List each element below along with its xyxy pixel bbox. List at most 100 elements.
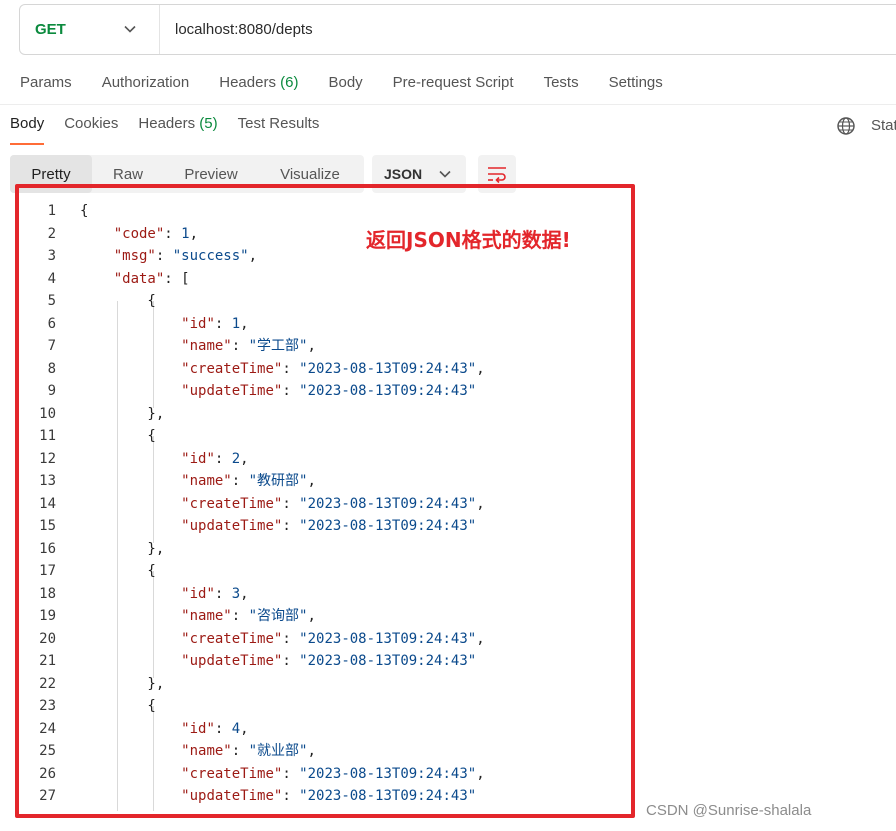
json-key: "updateTime" bbox=[181, 383, 283, 399]
code-text: "name": "学工部", bbox=[80, 335, 316, 357]
json-key: "id" bbox=[181, 585, 215, 602]
tab-params[interactable]: Params bbox=[20, 74, 72, 96]
tab-pre-request-script[interactable]: Pre-request Script bbox=[393, 74, 514, 96]
line-number: 4 bbox=[47, 270, 56, 287]
json-punct: : bbox=[282, 653, 300, 669]
tab-cookies[interactable]: Cookies bbox=[64, 115, 118, 145]
json-value: 3 bbox=[231, 585, 241, 602]
code-text: "name": "咨询部", bbox=[80, 605, 316, 627]
code-text: { bbox=[80, 425, 155, 447]
code-text: }, bbox=[80, 538, 164, 560]
code-text: }, bbox=[80, 403, 164, 425]
request-url-bar: GET localhost:8080/depts bbox=[19, 4, 896, 55]
json-punct: : bbox=[282, 495, 300, 512]
json-punct: , bbox=[307, 338, 316, 354]
tab-count: (5) bbox=[199, 115, 218, 132]
json-key: "createTime" bbox=[181, 765, 283, 782]
json-punct: , bbox=[240, 585, 249, 602]
view-preview[interactable]: Preview bbox=[164, 155, 258, 193]
code-line: 17 { bbox=[16, 560, 626, 582]
line-number: 8 bbox=[47, 360, 56, 377]
code-text: }, bbox=[80, 673, 164, 695]
json-value: 2 bbox=[231, 450, 241, 467]
tab-headers[interactable]: Headers (6) bbox=[219, 74, 298, 96]
json-punct bbox=[80, 316, 181, 332]
view-visualize[interactable]: Visualize bbox=[258, 155, 362, 193]
tab-tests[interactable]: Tests bbox=[544, 74, 579, 96]
json-punct: : bbox=[282, 765, 300, 782]
json-punct bbox=[80, 361, 181, 377]
json-value: "咨询部" bbox=[248, 608, 308, 624]
code-line: 11 { bbox=[16, 425, 626, 447]
code-text: "updateTime": "2023-08-13T09:24:43" bbox=[80, 785, 476, 807]
view-raw[interactable]: Raw bbox=[92, 155, 164, 193]
code-line: 15 "updateTime": "2023-08-13T09:24:43" bbox=[16, 515, 626, 537]
json-value: 4 bbox=[231, 720, 241, 737]
method-select[interactable]: GET bbox=[20, 5, 160, 54]
json-key: "name" bbox=[181, 473, 232, 489]
json-punct: , bbox=[189, 225, 199, 242]
code-line: 9 "updateTime": "2023-08-13T09:24:43" bbox=[16, 380, 626, 402]
tab-settings[interactable]: Settings bbox=[609, 74, 663, 96]
wrap-lines-button[interactable] bbox=[478, 155, 516, 193]
json-key: "name" bbox=[181, 338, 232, 354]
json-punct: , bbox=[307, 608, 316, 624]
json-punct: , bbox=[476, 765, 485, 782]
code-line: 14 "createTime": "2023-08-13T09:24:43", bbox=[16, 493, 626, 515]
globe-icon[interactable] bbox=[836, 116, 856, 136]
json-value: "success" bbox=[172, 248, 249, 264]
tab-label: Test Results bbox=[237, 115, 320, 132]
json-punct: , bbox=[307, 473, 316, 489]
tab-authorization[interactable]: Authorization bbox=[102, 74, 190, 96]
response-body-viewer[interactable]: 1{2 "code": 1, 3 "msg": "success", 4 "data… bbox=[16, 200, 626, 811]
json-key: "msg" bbox=[113, 248, 156, 264]
json-punct bbox=[80, 271, 114, 287]
json-key: "name" bbox=[181, 743, 232, 759]
json-punct bbox=[80, 653, 181, 669]
json-punct bbox=[80, 631, 181, 647]
code-line: 13 "name": "教研部", bbox=[16, 470, 626, 492]
tab-body[interactable]: Body bbox=[328, 74, 362, 96]
json-punct bbox=[80, 743, 181, 759]
json-punct bbox=[80, 608, 181, 624]
json-punct bbox=[80, 226, 114, 242]
line-number: 23 bbox=[39, 698, 56, 714]
view-pretty[interactable]: Pretty bbox=[10, 155, 92, 193]
line-number: 6 bbox=[47, 315, 56, 332]
code-line: 20 "createTime": "2023-08-13T09:24:43", bbox=[16, 628, 626, 650]
tab-test-results[interactable]: Test Results bbox=[238, 115, 320, 145]
tab-label: Cookies bbox=[64, 115, 119, 132]
tab-label: Settings bbox=[608, 74, 663, 91]
request-tabs: Params Authorization Headers (6) Body Pr… bbox=[20, 74, 693, 96]
code-line: 19 "name": "咨询部", bbox=[16, 605, 626, 627]
tab-label: Headers bbox=[219, 74, 276, 91]
code-line: 8 "createTime": "2023-08-13T09:24:43", bbox=[16, 358, 626, 380]
json-punct: , bbox=[307, 743, 316, 759]
tab-response-headers[interactable]: Headers (5) bbox=[138, 115, 217, 145]
line-number: 22 bbox=[39, 675, 56, 692]
json-key: "id" bbox=[181, 450, 215, 467]
chevron-down-icon bbox=[124, 25, 136, 33]
wrap-lines-icon bbox=[488, 167, 506, 184]
code-line: 10 }, bbox=[16, 403, 626, 425]
line-number: 27 bbox=[39, 788, 56, 804]
line-number: 9 bbox=[47, 383, 56, 399]
json-value: "2023-08-13T09:24:43" bbox=[299, 653, 477, 669]
code-text: "createTime": "2023-08-13T09:24:43", bbox=[80, 763, 485, 785]
code-text: "createTime": "2023-08-13T09:24:43", bbox=[80, 628, 484, 650]
format-select[interactable]: JSON bbox=[372, 155, 466, 193]
url-input[interactable]: localhost:8080/depts bbox=[160, 21, 313, 38]
json-punct bbox=[80, 518, 181, 534]
chevron-down-icon bbox=[439, 170, 451, 178]
tab-response-body[interactable]: Body bbox=[10, 115, 45, 145]
line-number: 19 bbox=[39, 608, 56, 624]
json-key: "createTime" bbox=[181, 360, 283, 377]
code-text: "updateTime": "2023-08-13T09:24:43" bbox=[80, 380, 476, 402]
json-punct bbox=[80, 383, 181, 399]
json-punct: , bbox=[240, 315, 249, 332]
code-text: "id": 3, bbox=[80, 583, 249, 605]
line-number: 14 bbox=[39, 495, 56, 512]
json-key: "code" bbox=[113, 225, 165, 242]
code-text: "id": 4, bbox=[80, 718, 248, 740]
divider bbox=[0, 104, 896, 105]
